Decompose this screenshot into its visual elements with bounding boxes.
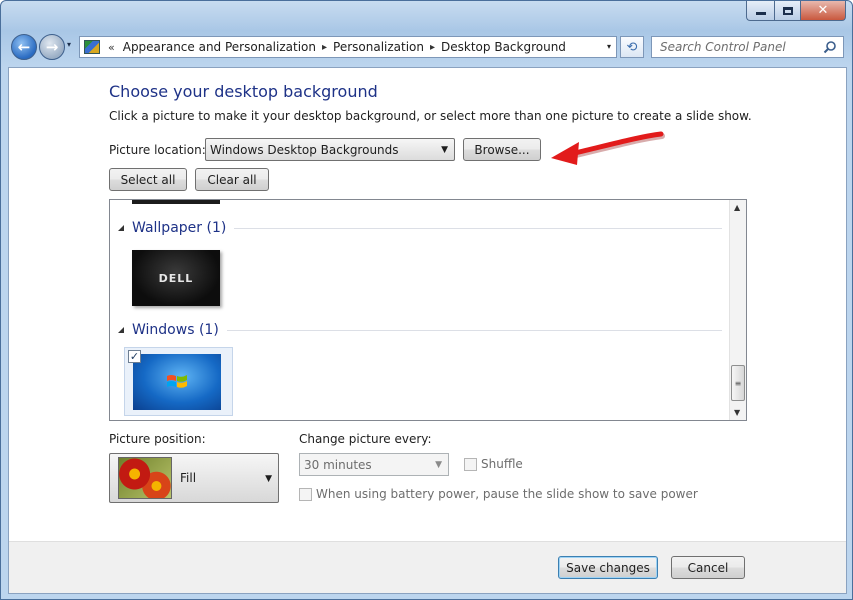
- selected-thumbnail-frame[interactable]: ✓: [124, 347, 233, 416]
- clear-all-button[interactable]: Clear all: [195, 168, 269, 191]
- windows-logo-icon: [167, 375, 187, 388]
- address-bar[interactable]: « Appearance and Personalization ▸ Perso…: [79, 36, 617, 58]
- scroll-down-arrow-icon[interactable]: ▼: [734, 408, 740, 417]
- breadcrumb-personalization[interactable]: Personalization: [333, 40, 424, 54]
- breadcrumb-desktop-background[interactable]: Desktop Background: [441, 40, 566, 54]
- change-interval-value: 30 minutes: [304, 457, 372, 472]
- browse-button[interactable]: Browse...: [463, 138, 541, 161]
- address-dropdown-icon[interactable]: ▾: [607, 42, 611, 51]
- position-preview-image: [118, 457, 172, 499]
- change-picture-every-label: Change picture every:: [299, 432, 432, 446]
- red-arrow-annotation-icon: [551, 131, 665, 165]
- back-button[interactable]: ←: [11, 34, 37, 60]
- search-icon[interactable]: [823, 40, 837, 54]
- group-title: Windows (1): [132, 322, 219, 338]
- control-panel-window: ✕ ← → ▾ « Appearance and Personalization…: [0, 0, 853, 600]
- collapse-triangle-icon[interactable]: [118, 327, 124, 333]
- select-all-button[interactable]: Select all: [109, 168, 187, 191]
- wallpaper-gallery[interactable]: Wallpaper (1) DELL Windows (1) ✓ ▲ ≡ ▼: [109, 199, 747, 421]
- battery-pause-option[interactable]: When using battery power, pause the slid…: [299, 487, 698, 501]
- forward-button[interactable]: →: [39, 34, 65, 60]
- cancel-button[interactable]: Cancel: [671, 556, 745, 579]
- group-divider: [234, 227, 722, 229]
- group-header-wallpaper[interactable]: Wallpaper (1): [118, 220, 722, 236]
- picture-position-dropdown[interactable]: Fill ▼: [109, 453, 279, 503]
- picture-location-dropdown[interactable]: Windows Desktop Backgrounds ▼: [205, 138, 455, 161]
- group-title: Wallpaper (1): [132, 220, 227, 236]
- forward-arrow-icon: →: [45, 37, 59, 56]
- shuffle-label: Shuffle: [481, 457, 523, 471]
- picture-position-label: Picture position:: [109, 432, 206, 446]
- close-button[interactable]: ✕: [800, 1, 846, 21]
- control-panel-icon: [84, 40, 100, 54]
- dropdown-arrow-icon: ▼: [435, 460, 442, 470]
- search-box[interactable]: [651, 36, 844, 58]
- breadcrumb-overflow-icon[interactable]: «: [108, 41, 115, 54]
- back-arrow-icon: ←: [17, 37, 31, 56]
- picture-location-value: Windows Desktop Backgrounds: [210, 142, 399, 157]
- dell-logo: DELL: [158, 271, 194, 285]
- scroll-thumb[interactable]: ≡: [731, 365, 745, 401]
- refresh-button[interactable]: ⟲: [620, 36, 644, 58]
- shuffle-option[interactable]: Shuffle: [464, 457, 523, 471]
- group-header-windows[interactable]: Windows (1): [118, 322, 722, 338]
- maximize-icon: [782, 6, 793, 15]
- battery-pause-checkbox[interactable]: [299, 487, 312, 501]
- minimize-icon: [755, 12, 766, 15]
- breadcrumb-separator-icon[interactable]: ▸: [430, 42, 435, 53]
- breadcrumb-separator-icon[interactable]: ▸: [322, 42, 327, 53]
- breadcrumb-appearance-and-personalization[interactable]: Appearance and Personalization: [123, 40, 316, 54]
- search-input[interactable]: [658, 39, 818, 55]
- collapse-triangle-icon[interactable]: [118, 225, 124, 231]
- shuffle-checkbox[interactable]: [464, 457, 477, 471]
- battery-pause-label: When using battery power, pause the slid…: [316, 487, 698, 501]
- maximize-button[interactable]: [774, 1, 800, 21]
- scroll-up-arrow-icon[interactable]: ▲: [734, 203, 740, 212]
- change-interval-dropdown[interactable]: 30 minutes ▼: [299, 453, 449, 476]
- dialog-footer: Save changes Cancel: [9, 541, 846, 593]
- thumbnail-dell-wallpaper[interactable]: DELL: [132, 250, 220, 306]
- dropdown-arrow-icon: ▼: [265, 474, 272, 484]
- group-divider: [226, 329, 722, 331]
- picture-location-label: Picture location:: [109, 143, 206, 157]
- picture-position-value: Fill: [180, 471, 197, 485]
- vertical-scrollbar[interactable]: ▲ ≡ ▼: [729, 200, 746, 420]
- refresh-icon: ⟲: [626, 39, 638, 55]
- previous-group-thumbnail[interactable]: [132, 200, 220, 204]
- content-pane: Choose your desktop background Click a p…: [8, 67, 847, 594]
- thumbnail-checkbox[interactable]: ✓: [128, 350, 141, 363]
- instruction-text: Click a picture to make it your desktop …: [109, 109, 752, 123]
- recent-pages-chevron-icon[interactable]: ▾: [67, 40, 71, 49]
- dropdown-arrow-icon: ▼: [441, 145, 448, 155]
- thumbnail-windows-wallpaper[interactable]: [133, 354, 221, 410]
- caption-buttons: ✕: [746, 1, 846, 21]
- minimize-button[interactable]: [746, 1, 774, 21]
- save-changes-button[interactable]: Save changes: [558, 556, 658, 579]
- close-icon: ✕: [817, 3, 829, 18]
- page-title: Choose your desktop background: [109, 82, 378, 101]
